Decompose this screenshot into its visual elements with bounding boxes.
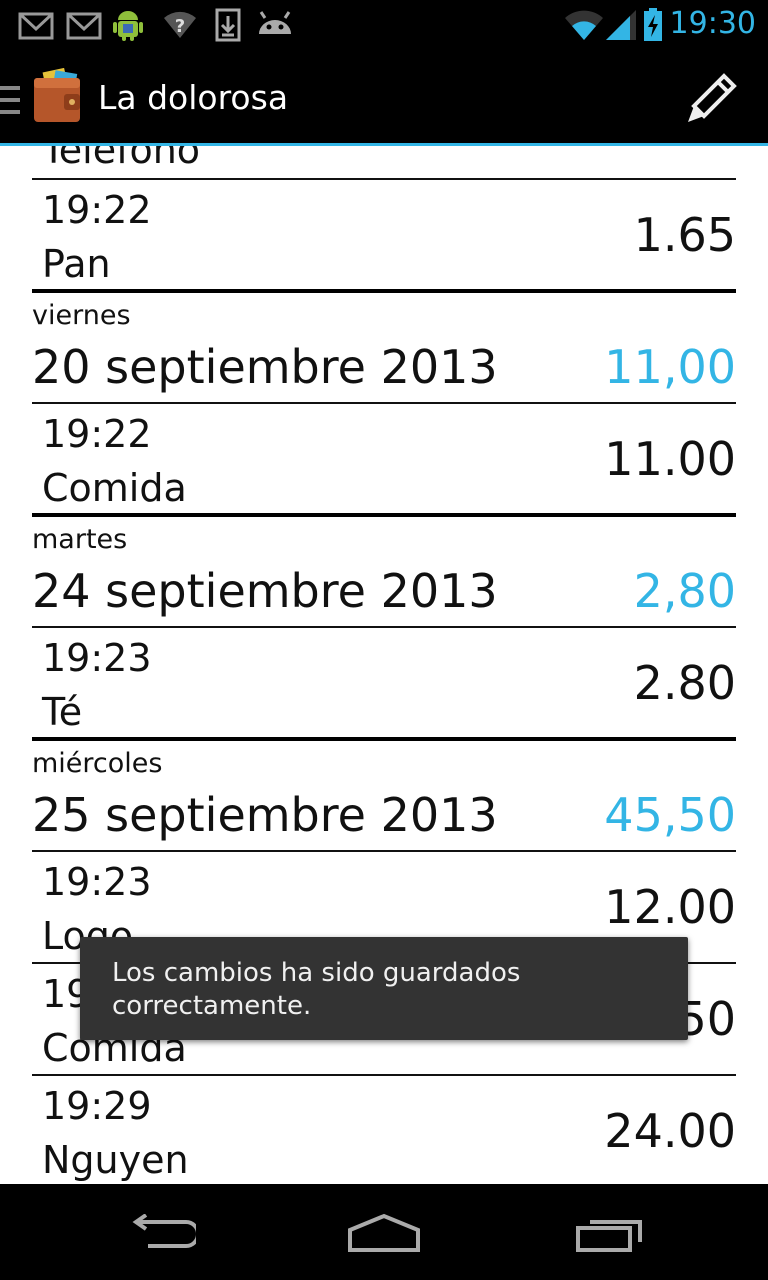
drawer-menu-icon[interactable]	[0, 84, 22, 116]
signal-icon	[606, 10, 636, 40]
status-bar: ? 19:30	[0, 0, 768, 50]
divider	[32, 626, 736, 628]
group-date: 20 septiembre 2013	[32, 340, 498, 394]
navigation-bar	[0, 1184, 768, 1280]
list-item-desc: Comida	[42, 466, 187, 510]
group-date: 24 septiembre 2013	[32, 564, 498, 618]
list-item-time: 19:29	[42, 1084, 152, 1128]
wifi-icon	[565, 10, 603, 40]
list-item-amount: 2.80	[633, 656, 736, 710]
group-divider	[32, 737, 736, 741]
list-item-desc: Pan	[42, 242, 111, 286]
wifi-unknown-icon: ?	[164, 11, 196, 38]
gmail-icon	[18, 12, 54, 40]
battery-charging-icon	[644, 8, 662, 41]
edit-pencil-icon[interactable]	[684, 70, 740, 126]
status-time: 19:30	[669, 6, 756, 41]
divider	[32, 178, 736, 180]
action-bar: La dolorosa	[0, 50, 768, 143]
list-item-time: 19:22	[42, 412, 152, 456]
group-weekday: viernes	[32, 300, 131, 331]
android-debug-icon	[113, 11, 143, 41]
toast-message: Los cambios ha sido guardados correctame…	[80, 937, 688, 1040]
group-date: 25 septiembre 2013	[32, 788, 498, 842]
divider	[32, 850, 736, 852]
list-item-desc: Té	[42, 690, 83, 734]
divider	[32, 1074, 736, 1076]
list-item-desc: Nguyen	[42, 1138, 189, 1182]
group-total: 45,50	[604, 788, 736, 842]
list-item-time: 19:23	[42, 636, 152, 680]
gmail-icon	[66, 12, 102, 40]
divider	[32, 402, 736, 404]
list-item-amount: 24.00	[604, 1104, 736, 1158]
list-item-time: 19:22	[42, 188, 152, 232]
home-icon[interactable]	[346, 1212, 422, 1254]
list-item-time: 19:23	[42, 860, 152, 904]
back-icon[interactable]	[124, 1214, 196, 1254]
list-item-amount: 11.00	[604, 432, 736, 486]
svg-text:?: ?	[175, 16, 185, 37]
recents-icon[interactable]	[574, 1214, 646, 1254]
group-total: 11,00	[604, 340, 736, 394]
group-weekday: miércoles	[32, 748, 163, 779]
app-title: La dolorosa	[98, 78, 289, 117]
group-total: 2,80	[633, 564, 736, 618]
android-icon	[259, 11, 291, 34]
group-divider	[32, 289, 736, 293]
download-icon	[215, 8, 241, 42]
group-weekday: martes	[32, 524, 128, 555]
wallet-icon[interactable]	[30, 68, 84, 126]
group-divider	[32, 513, 736, 517]
list-item-desc: Teléfono	[42, 146, 201, 172]
list-item-amount: 1.65	[633, 208, 736, 262]
list-item-amount: 12.00	[604, 880, 736, 934]
